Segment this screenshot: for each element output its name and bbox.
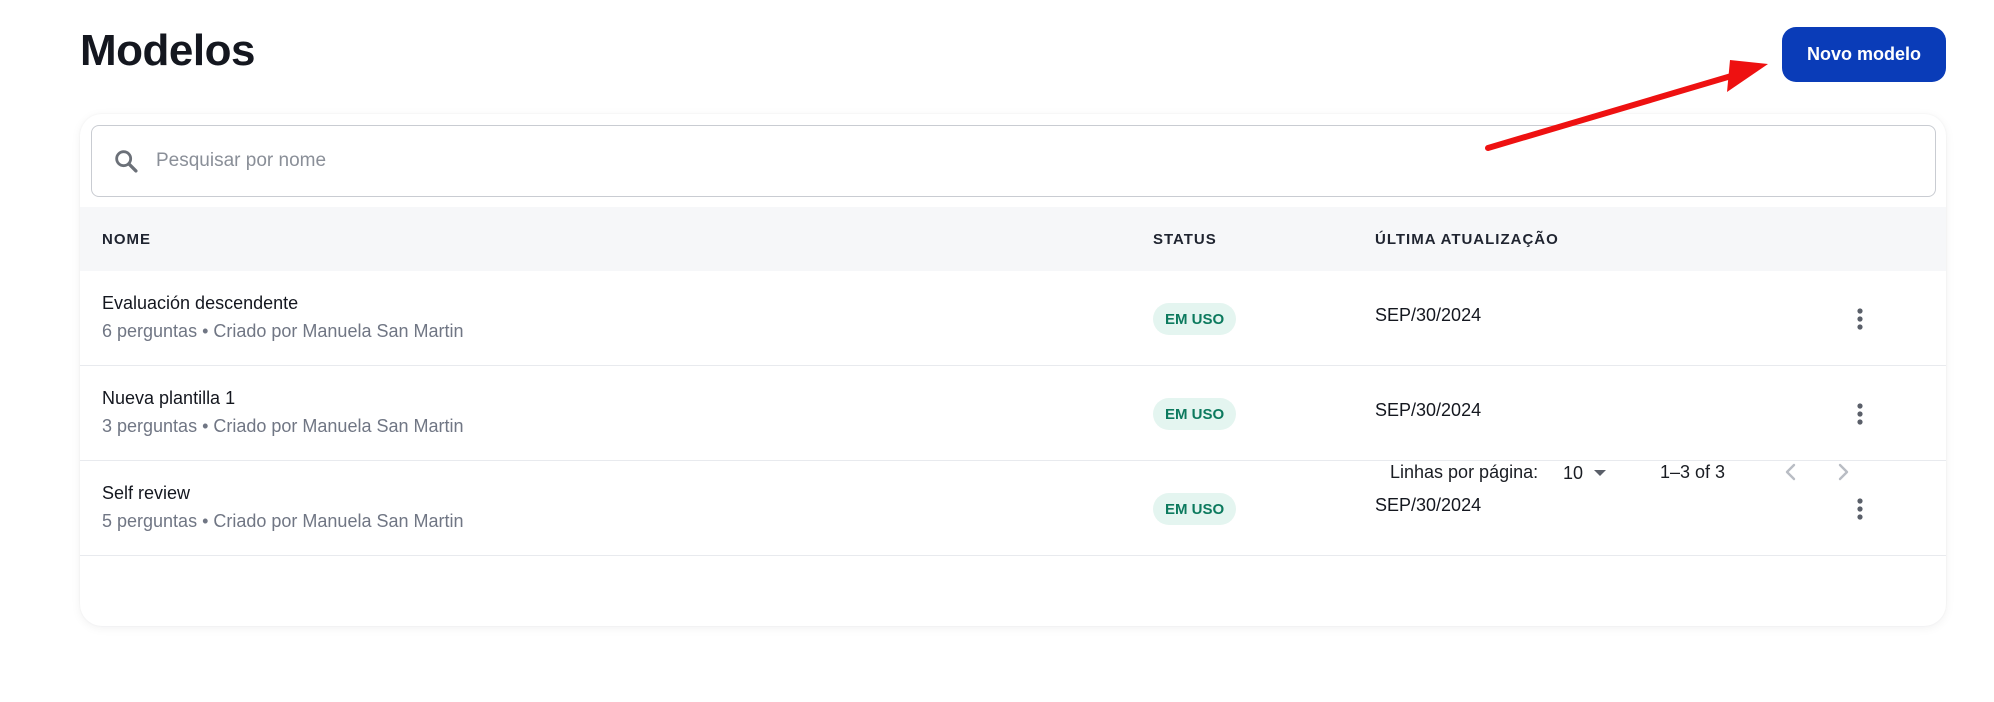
template-meta: 5 perguntas • Criado por Manuela San Mar… [102, 511, 464, 531]
caret-down-icon [1594, 470, 1607, 476]
row-menu-button[interactable] [1840, 297, 1880, 341]
chevron-right-icon [1838, 463, 1849, 481]
next-page-button[interactable] [1826, 454, 1862, 490]
new-template-button[interactable]: Novo modelo [1782, 27, 1946, 82]
status-badge: EM USO [1153, 398, 1237, 430]
table-row[interactable]: Nueva plantilla 1 3 perguntas • Criado p… [80, 366, 1946, 461]
chevron-left-icon [1785, 463, 1796, 481]
row-menu-button[interactable] [1840, 487, 1880, 531]
templates-card: NOME STATUS ÚLTIMA ATUALIZAÇÃO Evaluació… [80, 114, 1946, 626]
template-name[interactable]: Evaluación descendente [102, 293, 298, 314]
search-input[interactable] [156, 150, 1935, 172]
updated-date: SEP/30/2024 [1375, 305, 1482, 325]
column-header-updated: ÚLTIMA ATUALIZAÇÃO [1375, 230, 1559, 248]
pagination-range: 1–3 of 3 [1660, 462, 1726, 482]
updated-date: SEP/30/2024 [1375, 495, 1482, 515]
rows-per-page-select[interactable]: 10 [1563, 456, 1619, 490]
search-icon [115, 150, 138, 173]
column-header-name: NOME [102, 230, 151, 248]
template-name[interactable]: Nueva plantilla 1 [102, 388, 235, 409]
rows-per-page-label: Linhas por página: [1390, 462, 1539, 482]
previous-page-button[interactable] [1772, 454, 1808, 490]
column-header-status: STATUS [1153, 230, 1217, 248]
template-meta: 6 perguntas • Criado por Manuela San Mar… [102, 321, 464, 341]
updated-date: SEP/30/2024 [1375, 400, 1482, 420]
more-vertical-icon [1857, 403, 1863, 425]
template-meta: 3 perguntas • Criado por Manuela San Mar… [102, 416, 464, 436]
templates-page: Modelos Novo modelo NOME STATUS ÚLTIMA A… [0, 0, 1994, 702]
row-menu-button[interactable] [1840, 392, 1880, 436]
status-badge: EM USO [1153, 303, 1237, 335]
table-header: NOME STATUS ÚLTIMA ATUALIZAÇÃO [80, 207, 1946, 271]
page-title: Modelos [80, 26, 255, 75]
status-badge: EM USO [1153, 493, 1237, 525]
rows-per-page-value: 10 [1563, 462, 1584, 483]
search-box[interactable] [91, 125, 1936, 197]
more-vertical-icon [1857, 308, 1863, 330]
more-vertical-icon [1857, 498, 1863, 520]
template-name[interactable]: Self review [102, 483, 190, 504]
table-row[interactable]: Evaluación descendente 6 perguntas • Cri… [80, 271, 1946, 366]
